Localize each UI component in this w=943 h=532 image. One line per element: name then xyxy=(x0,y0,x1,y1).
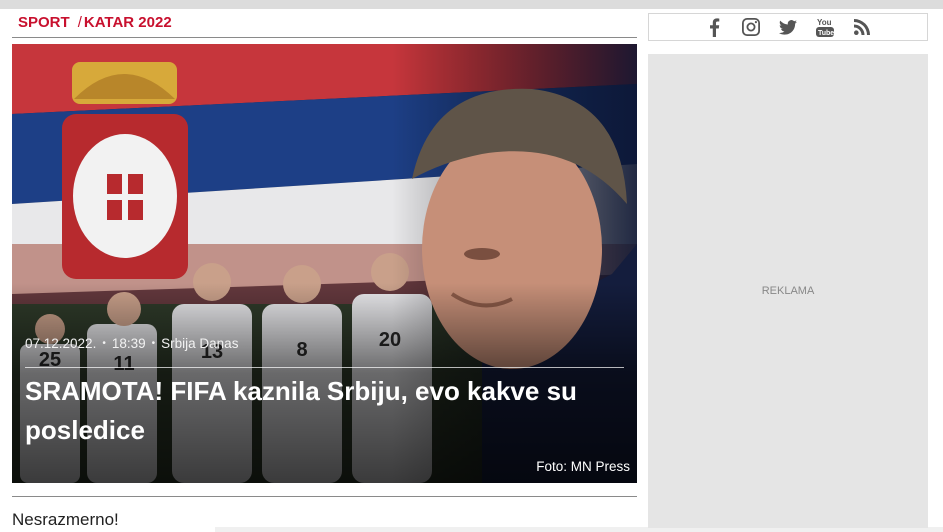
content-divider xyxy=(12,496,637,497)
article-date: 07.12.2022. xyxy=(25,336,97,351)
svg-text:Tube: Tube xyxy=(818,30,834,37)
ad-slot[interactable]: REKLAMA xyxy=(648,54,928,528)
article-source: Srbija Danas xyxy=(161,336,239,351)
top-strip xyxy=(0,0,943,9)
twitter-icon[interactable] xyxy=(778,17,798,37)
coat-of-arms xyxy=(62,62,188,279)
youtube-icon[interactable]: You Tube xyxy=(815,17,835,37)
breadcrumb-section-link[interactable]: SPORT xyxy=(18,14,70,31)
article-meta: 07.12.2022. • 18:39 • Srbija Danas xyxy=(25,336,238,351)
meta-dot: • xyxy=(102,338,106,349)
breadcrumb-subsection-link[interactable]: KATAR 2022 xyxy=(84,14,172,31)
article-time: 18:39 xyxy=(111,336,146,351)
photo-credit: Foto: MN Press xyxy=(536,459,630,474)
meta-divider xyxy=(25,367,624,368)
breadcrumb: SPORT / KATAR 2022 xyxy=(12,14,637,38)
hero-article[interactable]: 25 11 13 8 20 07.12.2022. • 18:39 • Srbi… xyxy=(12,44,637,483)
facebook-icon[interactable] xyxy=(704,17,724,37)
rss-icon[interactable] xyxy=(852,17,872,37)
article-lead: Nesrazmerno! xyxy=(12,510,119,529)
meta-dot: • xyxy=(151,338,156,349)
instagram-icon[interactable] xyxy=(741,17,761,37)
ad-label: REKLAMA xyxy=(761,285,815,297)
breadcrumb-separator: / xyxy=(77,14,82,31)
article-title[interactable]: SRAMOTA! FIFA kaznila Srbiju, evo kakve … xyxy=(25,372,615,450)
social-bar: You Tube xyxy=(648,13,928,41)
svg-text:You: You xyxy=(817,18,832,27)
